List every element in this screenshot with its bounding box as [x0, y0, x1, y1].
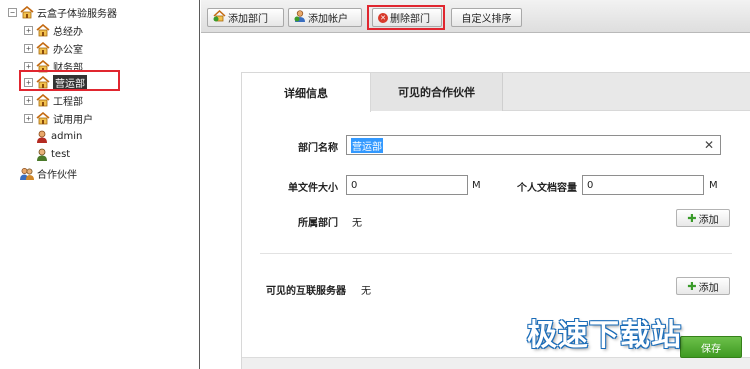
dept-name-label: 部门名称 [298, 143, 338, 154]
house-icon [36, 41, 50, 55]
tab-bar: 详细信息 可见的合作伙伴 [242, 73, 750, 112]
tree-item-label: 总经办 [53, 26, 83, 38]
watermark-text: 极速下载站 [527, 318, 682, 353]
dept-name-value: 营运部 [351, 137, 383, 153]
user-icon [36, 130, 48, 143]
tree-item-gongchengbu[interactable]: + 工程部 [24, 92, 83, 108]
tree-item-label: 试用用户 [53, 114, 93, 126]
tree-item-bangongshi[interactable]: + 办公室 [24, 40, 83, 56]
house-icon [36, 111, 50, 125]
tree-item-label: 办公室 [53, 44, 83, 56]
add-user-icon [294, 10, 306, 25]
house-icon [36, 93, 50, 107]
tree-item-label: test [51, 148, 71, 160]
expand-icon[interactable]: + [24, 25, 33, 35]
file-size-value: 0 [351, 179, 358, 191]
personal-quota-label: 个人文档容量 [517, 183, 577, 194]
file-size-label: 单文件大小 [288, 183, 338, 194]
tab-visible-partners[interactable]: 可见的合作伙伴 [371, 73, 503, 111]
custom-sort-button[interactable]: 自定义排序 [451, 8, 522, 27]
tree-root[interactable]: − 云盒子体验服务器 [8, 4, 117, 20]
plus-icon: ✚ [687, 211, 697, 225]
expand-icon[interactable]: + [24, 95, 33, 105]
personal-quota-field[interactable]: 0 [582, 175, 704, 195]
house-icon [36, 23, 50, 37]
dept-name-field[interactable]: 营运部 ✕ [346, 135, 721, 155]
parent-dept-value: 无 [352, 218, 362, 229]
custom-sort-label: 自定义排序 [461, 14, 512, 25]
add-visible-server-button[interactable]: ✚ 添加 [676, 277, 730, 295]
add-label: 添加 [698, 214, 719, 226]
tree-item-label: admin [51, 130, 83, 142]
tree-item-test[interactable]: test [36, 146, 70, 162]
personal-quota-value: 0 [587, 179, 594, 191]
tree-item-zongjingban[interactable]: + 总经办 [24, 22, 83, 38]
visible-servers-label: 可见的互联服务器 [266, 286, 346, 297]
toolbar: 添加部门 添加帐户 ✕ 删除部门 自定义排序 [201, 0, 750, 33]
collapse-icon[interactable]: − [8, 7, 17, 17]
add-department-button[interactable]: 添加部门 [207, 8, 284, 27]
add-label: 添加 [698, 282, 719, 294]
tree-item-shiyongyonghu[interactable]: + 试用用户 [24, 110, 93, 126]
card-footer [242, 357, 750, 369]
tree-root-label: 云盒子体验服务器 [37, 8, 117, 20]
section-divider [260, 253, 732, 254]
partners-icon [20, 167, 34, 180]
visible-servers-value: 无 [361, 286, 371, 297]
personal-quota-unit: M [709, 180, 718, 191]
add-department-label: 添加部门 [228, 14, 268, 25]
plus-icon: ✚ [687, 279, 697, 293]
file-size-unit: M [472, 180, 481, 191]
expand-icon[interactable]: + [24, 43, 33, 53]
add-account-label: 添加帐户 [308, 14, 348, 25]
expand-icon[interactable]: + [24, 113, 33, 123]
tree-item-label: 工程部 [53, 96, 83, 108]
selection-highlight-box [19, 70, 120, 91]
user-icon [36, 148, 48, 161]
file-size-field[interactable]: 0 [346, 175, 468, 195]
tab-details[interactable]: 详细信息 [242, 73, 371, 112]
save-button[interactable]: 保存 [680, 336, 742, 358]
department-tree: − 云盒子体验服务器 + 总经办 + 办公室 + 财务部 + 营运部 + 工程部… [0, 0, 200, 369]
parent-dept-label: 所属部门 [298, 218, 338, 229]
add-account-button[interactable]: 添加帐户 [288, 8, 362, 27]
tree-item-admin[interactable]: admin [36, 128, 82, 144]
house-icon [20, 5, 34, 19]
add-house-icon [213, 9, 226, 25]
clear-icon[interactable]: ✕ [704, 139, 714, 151]
tree-item-partners[interactable]: 合作伙伴 [20, 165, 77, 181]
add-parent-dept-button[interactable]: ✚ 添加 [676, 209, 730, 227]
delete-button-highlight-box [367, 5, 445, 30]
tree-item-label: 合作伙伴 [37, 169, 77, 181]
